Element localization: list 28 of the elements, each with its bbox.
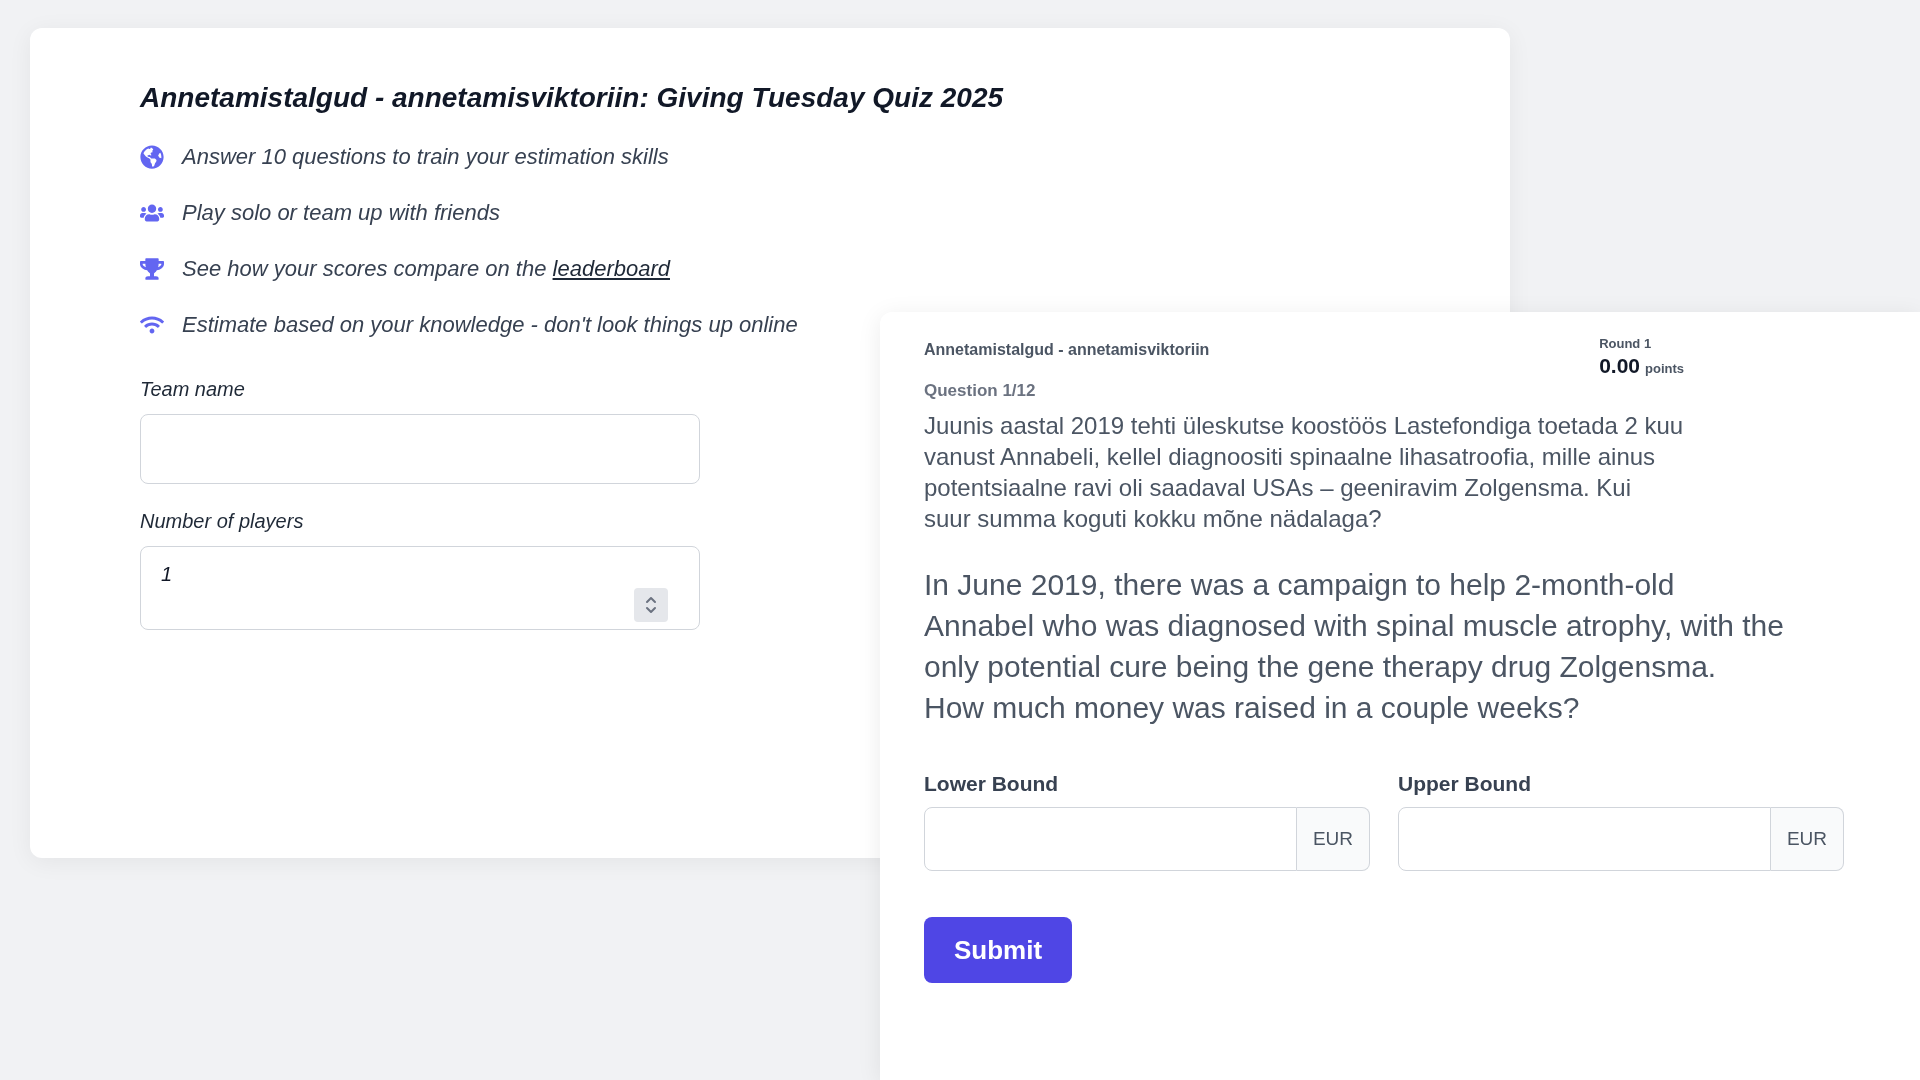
question-text-estonian: Juunis aastal 2019 tehti üleskutse koostöös Lastefondiga toetada 2 kuu vanust Annabeli, kellel diagnoositi spinaalne lihasatroofia, mille ainus potentsiaalne ravi oli saadaval USAs – geeniravim Zolgensma. Kui suur summa koguti kokku mõne nädalaga?	[924, 410, 1684, 534]
submit-button[interactable]: Submit	[924, 917, 1073, 983]
team-name-field[interactable]	[140, 414, 700, 484]
players-number-field[interactable]: 1	[140, 546, 700, 630]
bound-label: Upper Bound	[1398, 770, 1531, 797]
score-unit: points	[1645, 359, 1684, 378]
field-label: Number of players	[140, 509, 304, 534]
quiz-name: Annetamistalgud - annetamisviktoriin	[924, 340, 1210, 360]
feature-text: Play solo or team up with friends	[182, 199, 500, 227]
score-value: 0.00	[1599, 353, 1640, 378]
round-label: Round 1	[1599, 335, 1652, 353]
question-number: Question 1/12	[924, 380, 1036, 402]
question-text-english: In June 2019, there was a campaign to help 2-month-old Annabel who was diagnosed with spinal muscle atrophy, with the only potential cure being the gene therapy drug Zolgensma. How much money was raised in a couple weeks?	[924, 566, 1784, 726]
globe-icon	[140, 145, 164, 169]
chevron-up-down-icon	[645, 596, 657, 614]
bound-label: Lower Bound	[924, 770, 1059, 797]
feature-text: See how your scores compare on the leaderboard	[182, 255, 670, 283]
quiz-title: Annetamistalgud - annetamisviktoriin: Giving Tuesday Quiz 2025	[140, 81, 1004, 115]
stepper-button[interactable]	[634, 588, 668, 622]
leaderboard-link[interactable]: leaderboard	[552, 256, 670, 281]
feature-text: Answer 10 questions to train your estimation skills	[182, 143, 669, 171]
currency-addon: EUR	[1296, 807, 1370, 871]
trophy-icon	[140, 257, 164, 281]
bound-input-field[interactable]	[924, 807, 1297, 871]
feature-text: Estimate based on your knowledge - don't look things up online	[182, 311, 798, 339]
currency-addon: EUR	[1770, 807, 1844, 871]
bound-input-field[interactable]	[1398, 807, 1771, 871]
field-label: Team name	[140, 377, 245, 402]
